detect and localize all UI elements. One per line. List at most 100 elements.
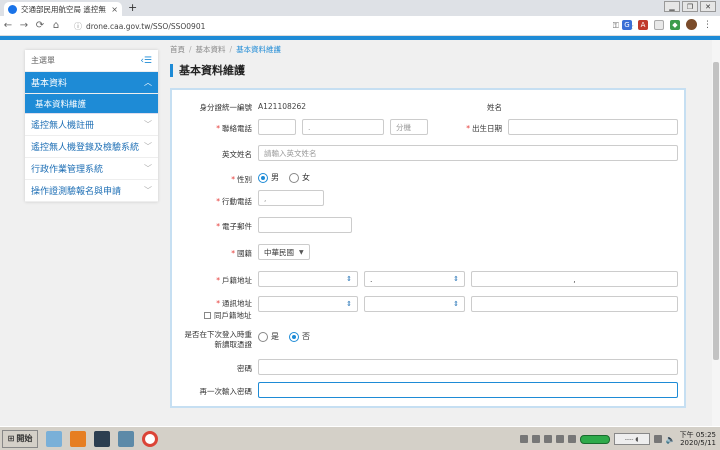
radio-empty-icon xyxy=(258,331,268,342)
close-tab-icon[interactable]: × xyxy=(111,5,118,14)
email-input[interactable] xyxy=(258,217,352,233)
mobile-input[interactable]: , xyxy=(258,190,324,206)
required-mark: * xyxy=(231,175,235,184)
back-icon[interactable]: ← xyxy=(0,20,16,31)
password-input[interactable] xyxy=(258,359,678,375)
forward-icon[interactable]: → xyxy=(16,20,32,31)
app-launcher-icon[interactable] xyxy=(94,430,110,447)
tray-icon[interactable] xyxy=(543,435,552,443)
sidebar-item-admin-system[interactable]: 行政作業管理系統 ﹀ xyxy=(25,158,158,180)
page-content: 主選單 ‹☰ 基本資料 ︿ 基本資料維護 遙控無人機註冊 ﹀ 遙控無人機登錄及檢… xyxy=(0,40,712,426)
radio-empty-icon xyxy=(289,172,299,183)
birth-date-label: * 出生日期 xyxy=(466,124,502,133)
required-mark: * xyxy=(216,222,220,231)
breadcrumb-home[interactable]: 首頁 xyxy=(170,45,185,54)
windows-taskbar: ⊞ 開始 ---- ◖ 🔈 下午 05:25 2020/5/11 xyxy=(0,426,720,450)
household-address-input[interactable]: , xyxy=(471,271,678,287)
select-arrows-icon: ⇕ xyxy=(346,300,352,308)
page-title: 基本資料維護 xyxy=(170,64,245,77)
household-district-select[interactable]: . ⇕ xyxy=(364,271,465,287)
chevron-down-icon: ﹀ xyxy=(144,142,152,151)
english-name-input[interactable]: 請輸入英文姓名 xyxy=(258,145,678,161)
sidebar-header: 主選單 ‹☰ xyxy=(25,50,158,72)
chrome-icon[interactable] xyxy=(142,430,158,447)
required-mark: * xyxy=(216,276,220,285)
sidebar-item-operator-license[interactable]: 操作證測驗報名與申請 ﹀ xyxy=(25,180,158,202)
address-bar[interactable]: ⓘ drone.caa.gov.tw/SSO/SSO0901 ⚿ ☆ xyxy=(74,19,634,33)
minimize-icon[interactable]: ▁ xyxy=(664,1,680,12)
sidebar-item-drone-registration[interactable]: 遙控無人機註冊 ﹀ xyxy=(25,114,158,136)
phone-label: * 聯絡電話 xyxy=(216,124,252,133)
reread-no-radio[interactable]: 否 xyxy=(289,331,310,342)
breadcrumb-level1[interactable]: 基本資料 xyxy=(196,45,226,54)
page-scrollbar-thumb[interactable] xyxy=(713,62,719,360)
phone-area-code-input[interactable] xyxy=(258,119,296,135)
phone-number-input[interactable]: . xyxy=(302,119,384,135)
window-close-icon[interactable]: ✕ xyxy=(700,1,716,12)
mailing-address-input[interactable] xyxy=(471,296,678,312)
password-confirm-input[interactable] xyxy=(258,382,678,398)
translate-extension-icon[interactable]: G xyxy=(622,19,632,30)
caret-down-icon: ▼ xyxy=(299,248,304,256)
status-indicator xyxy=(579,434,610,444)
phone-extension-input[interactable]: 分機 xyxy=(390,119,428,135)
sidebar-subitem-basic-info-maintenance[interactable]: 基本資料維護 xyxy=(25,94,158,114)
url-text[interactable]: drone.caa.gov.tw/SSO/SSO0901 xyxy=(86,22,605,31)
select-arrows-icon: ⇕ xyxy=(453,300,459,308)
tab-title: 交通部民用航空局 遙控無 xyxy=(21,4,106,14)
sidebar-header-label: 主選單 xyxy=(31,56,55,65)
network-app-icon[interactable] xyxy=(118,430,134,447)
reload-icon[interactable]: ⟳ xyxy=(32,20,48,31)
breadcrumb-current: 基本資料維護 xyxy=(236,45,282,54)
nationality-dropdown[interactable]: 中華民國 ▼ xyxy=(258,244,310,260)
nationality-label: * 國籍 xyxy=(231,249,252,258)
id-number-value: A121108262 xyxy=(258,102,307,111)
key-icon[interactable]: ⚿ xyxy=(613,21,619,31)
restore-icon[interactable]: ❐ xyxy=(682,1,698,12)
required-mark: * xyxy=(216,124,220,133)
browser-tab[interactable]: 交通部民用航空局 遙控無 × xyxy=(4,2,122,16)
basic-info-form: 身分證統一編號 A121108262 姓名 * 聯絡電話 . 分機 * 出生日期 英… xyxy=(170,88,686,408)
sidebar-item-label: 遙控無人機登錄及檢驗系統 xyxy=(31,143,140,153)
mailing-district-select[interactable]: ⇕ xyxy=(364,296,465,312)
tray-icon[interactable] xyxy=(519,435,528,443)
system-clock[interactable]: 下午 05:25 2020/5/11 xyxy=(680,431,716,447)
checkbox-icon xyxy=(204,312,211,319)
sidebar-item-basic-info[interactable]: 基本資料 ︿ xyxy=(25,72,158,94)
gender-label: * 性別 xyxy=(231,175,252,184)
start-button[interactable]: ⊞ 開始 xyxy=(2,429,38,448)
extension-icon[interactable] xyxy=(654,19,664,30)
mailing-city-select[interactable]: ⇕ xyxy=(258,296,358,312)
email-label: * 電子郵件 xyxy=(216,222,252,231)
help-icon[interactable] xyxy=(555,435,564,443)
tray-icon[interactable] xyxy=(567,435,576,443)
sidebar-menu: 主選單 ‹☰ 基本資料 ︿ 基本資料維護 遙控無人機註冊 ﹀ 遙控無人機登錄及檢… xyxy=(25,50,158,202)
keyboard-icon[interactable] xyxy=(653,435,662,443)
name-label: 姓名 xyxy=(487,103,502,112)
shield-extension-icon[interactable]: ◆ xyxy=(670,19,680,30)
site-favicon-icon xyxy=(8,4,17,14)
home-icon[interactable]: ⌂ xyxy=(48,20,64,31)
chevron-down-icon: ﹀ xyxy=(144,186,152,195)
input-method-indicator[interactable]: ---- ◖ xyxy=(613,433,650,445)
media-player-icon[interactable] xyxy=(70,430,86,447)
more-menu-icon[interactable]: ⋮ xyxy=(703,20,712,30)
profile-avatar[interactable] xyxy=(686,19,697,30)
radio-selected-icon xyxy=(289,331,299,342)
new-tab-button[interactable]: + xyxy=(128,1,137,14)
sidebar-item-drone-inspection[interactable]: 遙控無人機登錄及檢驗系統 ﹀ xyxy=(25,136,158,158)
pdf-extension-icon[interactable]: A xyxy=(638,19,648,30)
file-explorer-icon[interactable] xyxy=(46,430,62,447)
browser-toolbar: ← → ⟳ ⌂ ⓘ drone.caa.gov.tw/SSO/SSO0901 ⚿… xyxy=(0,16,720,36)
menu-collapse-icon[interactable]: ‹☰ xyxy=(140,56,152,66)
birth-date-input[interactable] xyxy=(508,119,678,135)
volume-icon[interactable]: 🔈 xyxy=(666,435,676,444)
system-tray: ---- ◖ 🔈 下午 05:25 2020/5/11 xyxy=(519,429,720,449)
same-as-household-checkbox[interactable]: 同戶籍地址 xyxy=(204,310,252,321)
gender-female-radio[interactable]: 女 xyxy=(289,172,310,183)
reread-yes-radio[interactable]: 是 xyxy=(258,331,279,342)
household-city-select[interactable]: ⇕ xyxy=(258,271,358,287)
household-address-label: * 戶籍地址 xyxy=(216,276,252,285)
tray-icon[interactable] xyxy=(531,435,540,443)
gender-male-radio[interactable]: 男 xyxy=(258,172,279,183)
